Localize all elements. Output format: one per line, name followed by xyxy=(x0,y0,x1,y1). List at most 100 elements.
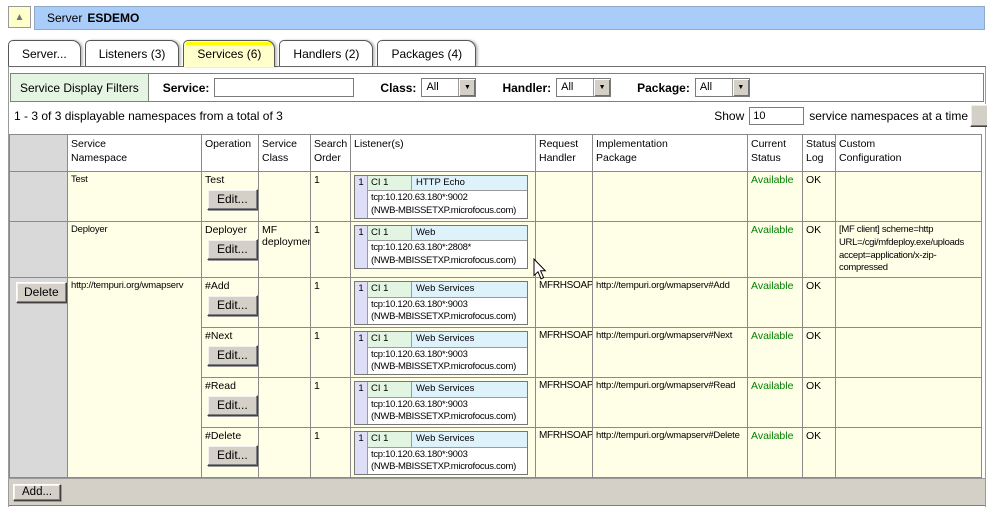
tab-services[interactable]: Services (6) xyxy=(183,40,275,67)
listener-name: Web Services xyxy=(412,382,527,396)
edit-button[interactable]: Edit... xyxy=(207,345,258,366)
listener-host: (NWB-MBISSETXP.microfocus.com) xyxy=(371,311,524,323)
tab-server[interactable]: Server... xyxy=(8,40,81,66)
current-status-cell: Available xyxy=(748,428,803,478)
service-row: Deployer Deployer Edit... MF deployment … xyxy=(10,222,982,278)
listener-conversation: CI 1 xyxy=(368,332,412,346)
listener-address: tcp:10.120.63.180*:9003 xyxy=(371,449,524,461)
listeners-cell: 1 CI 1 Web tcp:10.120.63.180*:2808* (NWB… xyxy=(351,222,536,278)
status-log-cell: OK xyxy=(803,428,836,478)
operation-cell: Test Edit... xyxy=(202,172,259,222)
listener-number: 1 xyxy=(355,226,368,268)
listener-address-block: tcp:10.120.63.180*:9003 (NWB-MBISSETXP.m… xyxy=(368,348,527,375)
server-header-bar: ▲ Server ESDEMO xyxy=(8,6,985,30)
server-name: ESDEMO xyxy=(87,11,139,25)
operation-name: #Next xyxy=(205,330,255,342)
listener-number: 1 xyxy=(355,432,368,474)
service-filter-input[interactable] xyxy=(214,78,354,97)
operation-cell: #Next Edit... xyxy=(202,328,259,378)
tab-packages[interactable]: Packages (4) xyxy=(377,40,476,66)
class-filter-select[interactable]: All ▼ xyxy=(421,78,476,97)
listener-address-block: tcp:10.120.63.180*:9003 (NWB-MBISSETXP.m… xyxy=(368,298,527,325)
col-current-status: Current Status xyxy=(748,135,803,172)
service-display-filters-bar: Service Display Filters Service: Class: … xyxy=(10,73,984,102)
current-status-cell: Available xyxy=(748,378,803,428)
listeners-cell: 1 CI 1 Web Services tcp:10.120.63.180*:9… xyxy=(351,378,536,428)
chevron-down-icon[interactable]: ▼ xyxy=(593,79,610,96)
show-label: Show xyxy=(714,109,744,123)
listener-main: CI 1 Web Services tcp:10.120.63.180*:900… xyxy=(368,382,527,424)
listener-address: tcp:10.120.63.180*:9002 xyxy=(371,192,524,204)
edit-button[interactable]: Edit... xyxy=(207,295,258,316)
listener-address: tcp:10.120.63.180*:9003 xyxy=(371,399,524,411)
listener-box: 1 CI 1 Web Services tcp:10.120.63.180*:9… xyxy=(354,281,528,325)
search-order-cell: 1 xyxy=(311,278,351,328)
package-filter-select[interactable]: All ▼ xyxy=(695,78,750,97)
listener-number: 1 xyxy=(355,332,368,374)
service-class-cell xyxy=(259,428,311,478)
delete-button[interactable]: Delete xyxy=(16,282,67,303)
col-actions xyxy=(10,135,68,172)
status-log-cell: OK xyxy=(803,172,836,222)
status-log-cell: OK xyxy=(803,328,836,378)
filters-title: Service Display Filters xyxy=(11,74,149,101)
chevron-down-icon[interactable]: ▼ xyxy=(732,79,749,96)
request-handler-cell: MFRHSOAP xyxy=(536,328,593,378)
edit-button[interactable]: Edit... xyxy=(207,395,258,416)
service-class-cell xyxy=(259,328,311,378)
col-request-handler: Request Handler xyxy=(536,135,593,172)
operation-cell: #Delete Edit... xyxy=(202,428,259,478)
handler-filter-value: All xyxy=(557,79,593,96)
class-filter-label: Class: xyxy=(380,81,416,95)
actions-cell: Delete xyxy=(10,278,68,478)
tab-bar: Server... Listeners (3) Services (6) Han… xyxy=(8,40,476,66)
listener-box: 1 CI 1 Web tcp:10.120.63.180*:2808* (NWB… xyxy=(354,225,528,269)
request-handler-cell xyxy=(536,172,593,222)
chevron-down-icon[interactable]: ▼ xyxy=(458,79,475,96)
col-custom-configuration: Custom Configuration xyxy=(836,135,982,172)
edit-button[interactable]: Edit... xyxy=(207,239,258,260)
status-log-cell: OK xyxy=(803,378,836,428)
listener-conversation: CI 1 xyxy=(368,382,412,396)
search-order-cell: 1 xyxy=(311,428,351,478)
namespace-cell: Test xyxy=(68,172,202,222)
actions-cell xyxy=(10,222,68,278)
table-footer-bar: Add... xyxy=(9,478,985,506)
show-count-input[interactable] xyxy=(749,107,804,125)
services-table: Service Namespace Operation Service Clas… xyxy=(9,134,982,478)
custom-configuration-cell xyxy=(836,328,982,378)
search-order-cell: 1 xyxy=(311,172,351,222)
range-text: 1 - 3 of 3 displayable namespaces from a… xyxy=(14,109,283,123)
custom-configuration-cell xyxy=(836,278,982,328)
operation-name: #Read xyxy=(205,380,255,392)
service-class-cell xyxy=(259,172,311,222)
custom-configuration-cell: [MF client] scheme=http URL=/cgi/mfdeplo… xyxy=(836,222,982,278)
tab-listeners[interactable]: Listeners (3) xyxy=(85,40,180,66)
show-count-group: Show service namespaces at a time xyxy=(714,107,968,125)
listeners-cell: 1 CI 1 Web Services tcp:10.120.63.180*:9… xyxy=(351,278,536,328)
add-button[interactable]: Add... xyxy=(13,484,61,501)
request-handler-cell: MFRHSOAP xyxy=(536,278,593,328)
triangle-up-icon: ▲ xyxy=(15,12,25,23)
tab-handlers[interactable]: Handlers (2) xyxy=(279,40,373,66)
operation-cell: #Read Edit... xyxy=(202,378,259,428)
listener-host: (NWB-MBISSETXP.microfocus.com) xyxy=(371,255,524,267)
edit-button[interactable]: Edit... xyxy=(207,189,258,210)
table-header-row: Service Namespace Operation Service Clas… xyxy=(10,135,982,172)
next-page-button[interactable] xyxy=(970,104,987,127)
status-log-cell: OK xyxy=(803,278,836,328)
collapse-button[interactable]: ▲ xyxy=(8,6,31,28)
listeners-cell: 1 CI 1 Web Services tcp:10.120.63.180*:9… xyxy=(351,428,536,478)
listener-main: CI 1 Web tcp:10.120.63.180*:2808* (NWB-M… xyxy=(368,226,527,268)
handler-filter-select[interactable]: All ▼ xyxy=(556,78,611,97)
operation-name: Deployer xyxy=(205,224,255,236)
edit-button[interactable]: Edit... xyxy=(207,445,258,466)
col-listeners: Listener(s) xyxy=(351,135,536,172)
handler-filter-label: Handler: xyxy=(502,81,551,95)
status-log-cell: OK xyxy=(803,222,836,278)
listener-box: 1 CI 1 Web Services tcp:10.120.63.180*:9… xyxy=(354,331,528,375)
search-order-cell: 1 xyxy=(311,378,351,428)
services-admin-screen: ▲ Server ESDEMO Server... Listeners (3) … xyxy=(0,0,987,512)
implementation-package-cell xyxy=(593,172,748,222)
listener-box: 1 CI 1 Web Services tcp:10.120.63.180*:9… xyxy=(354,431,528,475)
